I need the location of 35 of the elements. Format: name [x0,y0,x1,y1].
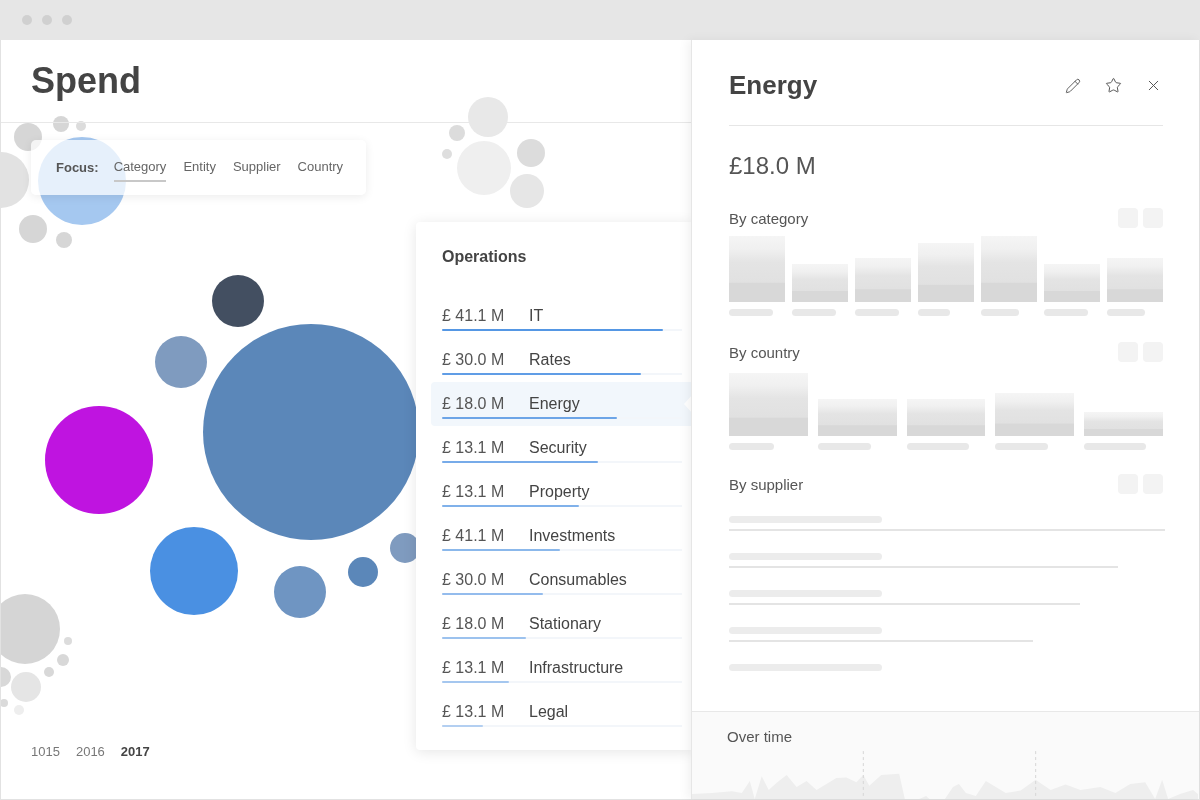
skeleton-bar [792,264,848,302]
category-row[interactable]: £ 18.0 M Stationary [431,602,693,646]
skeleton-bar [729,236,785,302]
category-row[interactable]: £ 18.0 M Energy [431,382,693,426]
category-row[interactable]: £ 13.1 M Infrastructure [431,646,693,690]
section-title: By supplier [729,475,804,493]
focus-label: Focus: [56,160,99,175]
popup-title: Operations [442,248,528,266]
page-title: Spend [31,60,141,102]
bubble[interactable] [212,275,264,327]
detail-amount: £18.0 M [729,152,817,180]
category-row[interactable]: £ 41.1 M Investments [431,514,693,558]
year-tab[interactable]: 1015 [31,744,60,759]
focus-tab[interactable]: Category [113,153,167,182]
skeleton-bar [981,236,1037,302]
bubble[interactable] [203,324,419,540]
focus-tab[interactable]: Entity [183,153,216,182]
focus-tab[interactable]: Country [297,153,344,182]
detail-title: Energy [729,70,819,101]
year-tab[interactable]: 2016 [75,744,105,759]
year-tab[interactable]: 2017 [120,744,150,759]
category-row[interactable]: £ 13.1 M Legal [431,690,693,734]
section-title: By category [729,209,809,227]
skeleton-bar [1107,258,1163,302]
skeleton-bar [855,258,911,302]
bubble[interactable] [45,406,153,514]
star-icon[interactable] [1103,75,1123,96]
category-row[interactable]: £ 30.0 M Consumables [431,558,693,602]
skeleton-bar [1044,264,1100,302]
focus-tab[interactable]: Supplier [232,153,281,182]
section-title: By country [729,343,800,361]
section-title: Over time [726,727,793,745]
category-row[interactable]: £ 13.1 M Property [431,470,693,514]
skeleton-bar [918,243,974,302]
bubble[interactable] [348,557,378,587]
